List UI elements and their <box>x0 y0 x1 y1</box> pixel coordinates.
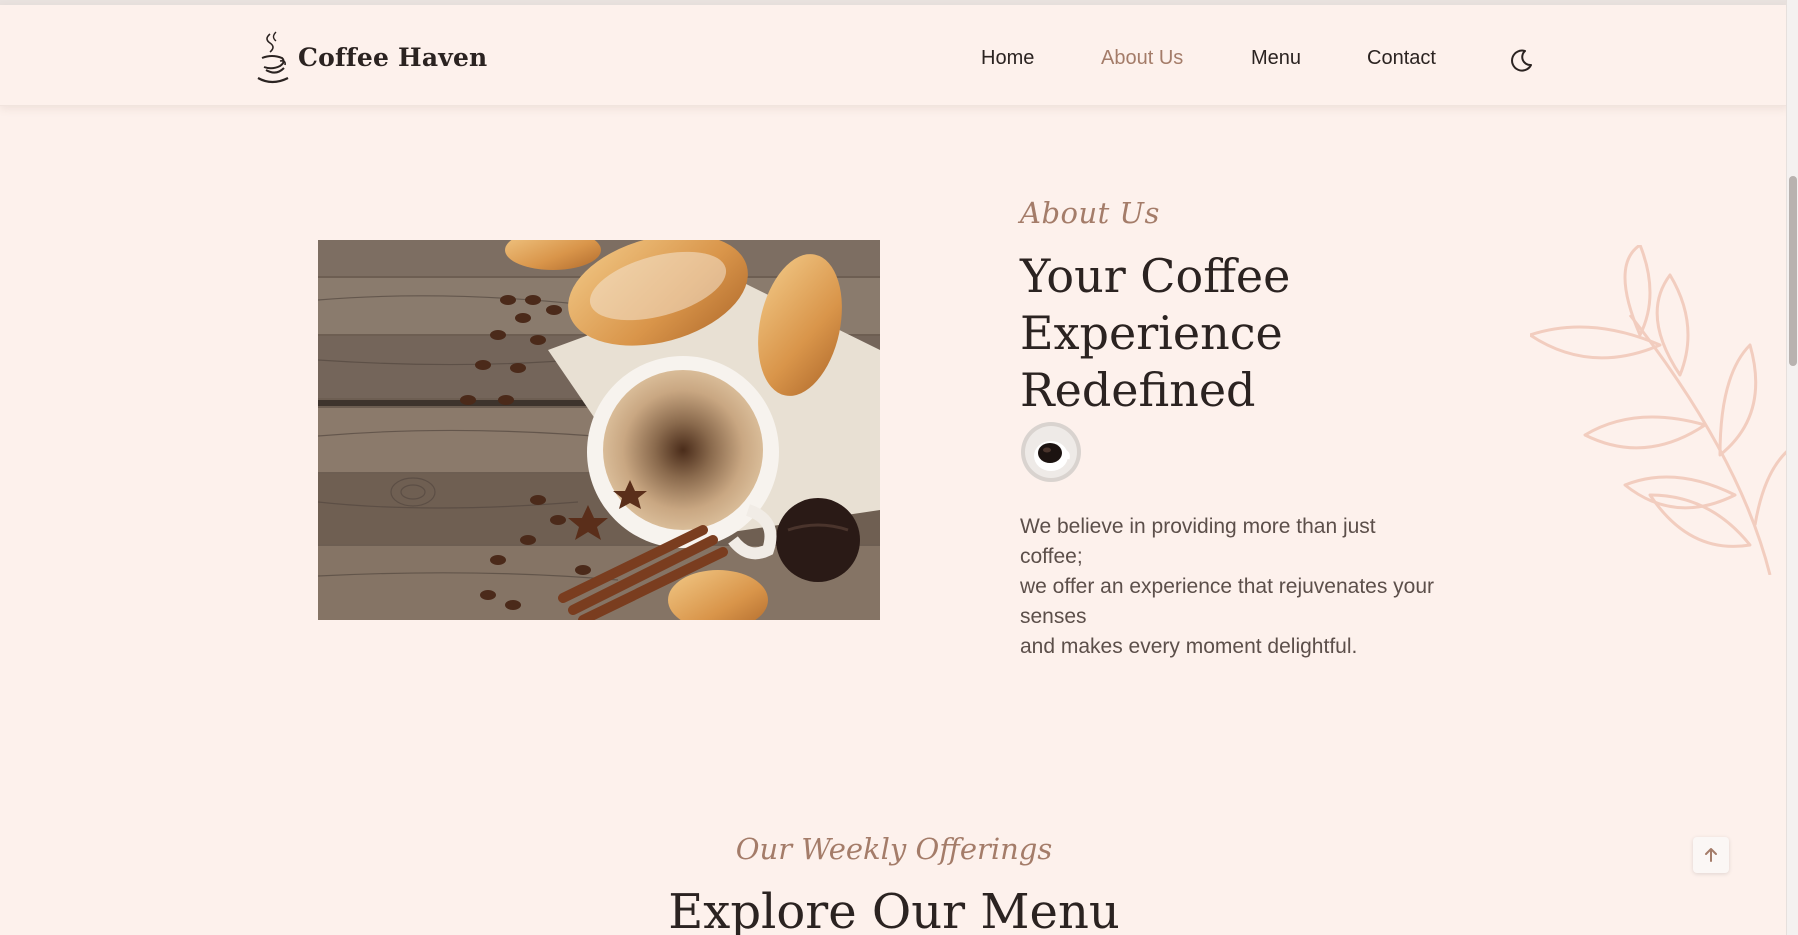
about-text-line: coffee; <box>1020 545 1083 568</box>
coffee-cup-icon <box>1020 421 1082 483</box>
nav-home[interactable]: Home <box>981 47 1034 70</box>
nav-about-us[interactable]: About Us <box>1101 47 1183 70</box>
back-to-top-button[interactable] <box>1693 837 1729 873</box>
moon-icon <box>1511 49 1532 72</box>
about-eyebrow: About Us <box>1020 196 1160 230</box>
about-text-line: and makes every moment delightful. <box>1020 635 1358 658</box>
arrow-up-icon <box>1705 848 1717 862</box>
theme-toggle-button[interactable] <box>1506 45 1536 75</box>
nav-contact[interactable]: Contact <box>1367 47 1436 70</box>
about-image <box>318 240 880 620</box>
menu-eyebrow: Our Weekly Offerings <box>735 832 1053 866</box>
leaf-branch-decoration <box>1530 245 1790 575</box>
about-title: Your Coffee Experience Redefined <box>1020 249 1291 417</box>
about-text-line: we offer an experience that rejuvenates … <box>1020 575 1435 598</box>
about-text-line: senses <box>1020 605 1087 628</box>
about-text-line: We believe in providing more than just <box>1020 515 1376 538</box>
scrollbar-thumb[interactable] <box>1789 176 1797 366</box>
page: Coffee Haven Home About Us Menu Contact <box>0 0 1798 935</box>
navbar: Coffee Haven Home About Us Menu Contact <box>0 5 1788 106</box>
cappuccino-with-croissants-photo <box>318 240 880 620</box>
page-scrollbar[interactable] <box>1786 0 1798 935</box>
menu-title: Explore Our Menu <box>668 884 1120 935</box>
about-description: We believe in providing more than just c… <box>1020 512 1480 662</box>
nav-menu[interactable]: Menu <box>1251 47 1301 70</box>
